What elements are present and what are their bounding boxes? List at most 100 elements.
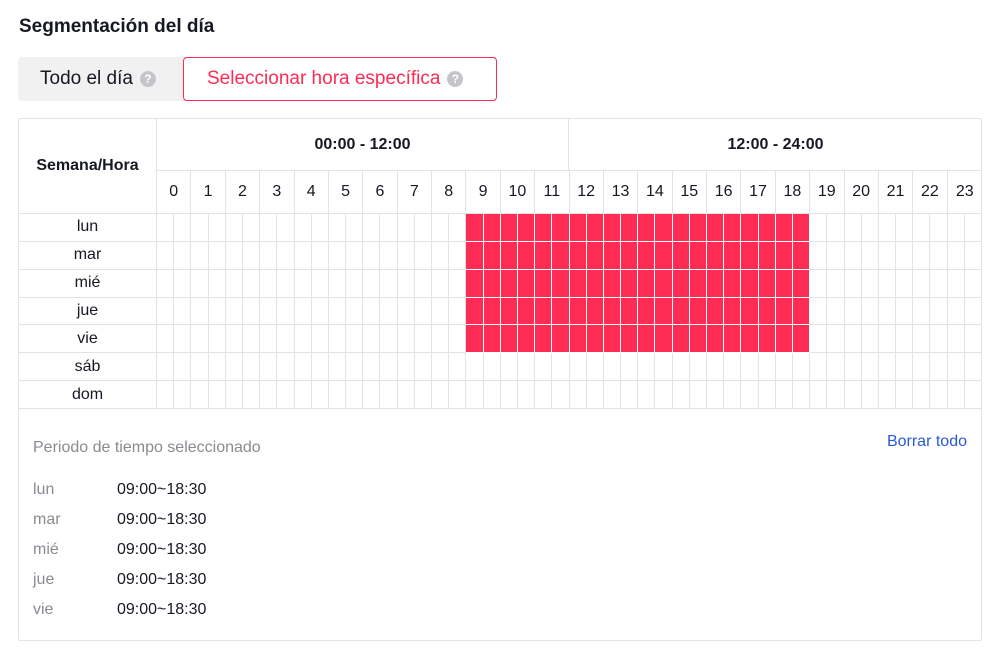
time-slot[interactable] [758,353,776,382]
time-slot[interactable] [810,241,828,270]
time-slot[interactable] [432,241,450,270]
time-slot[interactable] [758,381,776,409]
time-slot[interactable] [724,353,742,382]
time-slot[interactable] [535,353,553,382]
time-slot[interactable] [603,325,622,354]
time-slot[interactable] [896,269,914,298]
time-slot[interactable] [672,381,690,409]
time-slot[interactable] [947,297,965,326]
time-slot[interactable] [277,297,295,326]
time-slot[interactable] [191,241,209,270]
time-slot[interactable] [878,297,897,326]
time-slot[interactable] [896,214,914,242]
time-slot[interactable] [517,241,536,270]
time-slot[interactable] [775,381,793,409]
time-slot[interactable] [157,269,175,298]
time-slot[interactable] [397,269,415,298]
time-slot[interactable] [689,214,707,242]
time-slot[interactable] [328,214,347,242]
time-slot[interactable] [913,214,931,242]
clear-all-link[interactable]: Borrar todo [887,433,967,451]
time-slot[interactable] [569,241,587,270]
time-slot[interactable] [930,269,948,298]
time-slot[interactable] [947,269,965,298]
time-slot[interactable] [896,381,914,409]
time-slot[interactable] [517,214,536,242]
time-slot[interactable] [157,353,175,382]
time-slot[interactable] [741,325,759,354]
time-slot[interactable] [346,381,364,409]
time-slot[interactable] [792,241,811,270]
time-slot[interactable] [328,353,347,382]
time-slot[interactable] [363,353,381,382]
time-slot[interactable] [517,325,536,354]
time-slot[interactable] [260,214,278,242]
time-slot[interactable] [483,381,501,409]
time-slot[interactable] [328,381,347,409]
time-slot[interactable] [638,297,656,326]
time-slot[interactable] [913,325,931,354]
time-slot[interactable] [621,241,639,270]
time-slot[interactable] [191,381,209,409]
time-slot[interactable] [913,269,931,298]
time-slot[interactable] [225,353,243,382]
time-slot[interactable] [346,214,364,242]
time-slot[interactable] [157,241,175,270]
time-slot[interactable] [930,381,948,409]
time-slot[interactable] [638,381,656,409]
time-slot[interactable] [603,214,622,242]
time-slot[interactable] [552,241,570,270]
time-slot[interactable] [208,241,226,270]
time-slot[interactable] [655,381,673,409]
time-slot[interactable] [947,381,965,409]
time-slot[interactable] [225,241,243,270]
time-slot[interactable] [363,214,381,242]
time-slot[interactable] [449,325,467,354]
time-slot[interactable] [844,297,862,326]
time-slot[interactable] [483,353,501,382]
time-slot[interactable] [260,353,278,382]
time-slot[interactable] [225,297,243,326]
time-slot[interactable] [500,241,518,270]
time-slot[interactable] [672,297,690,326]
time-slot[interactable] [208,353,226,382]
time-slot[interactable] [466,241,484,270]
time-slot[interactable] [621,269,639,298]
time-slot[interactable] [878,325,897,354]
time-slot[interactable] [724,214,742,242]
time-slot[interactable] [242,214,261,242]
time-slot[interactable] [792,325,811,354]
time-slot[interactable] [432,353,450,382]
time-slot[interactable] [346,269,364,298]
time-slot[interactable] [810,297,828,326]
time-slot[interactable] [449,214,467,242]
time-slot[interactable] [930,325,948,354]
time-slot[interactable] [861,353,879,382]
time-slot[interactable] [947,325,965,354]
time-slot[interactable] [758,325,776,354]
time-slot[interactable] [363,325,381,354]
time-slot[interactable] [569,297,587,326]
time-slot[interactable] [878,353,897,382]
time-slot[interactable] [346,353,364,382]
time-slot[interactable] [655,353,673,382]
time-slot[interactable] [810,381,828,409]
time-slot[interactable] [947,241,965,270]
time-slot[interactable] [621,214,639,242]
time-slot[interactable] [775,353,793,382]
time-slot[interactable] [672,269,690,298]
time-slot[interactable] [346,241,364,270]
time-slot[interactable] [707,325,725,354]
time-slot[interactable] [483,214,501,242]
time-slot[interactable] [861,297,879,326]
time-slot[interactable] [294,269,312,298]
time-slot[interactable] [586,241,604,270]
time-slot[interactable] [432,214,450,242]
time-slot[interactable] [964,297,982,326]
time-slot[interactable] [328,241,347,270]
time-slot[interactable] [397,353,415,382]
time-slot[interactable] [225,214,243,242]
time-slot[interactable] [827,381,845,409]
time-slot[interactable] [896,353,914,382]
time-slot[interactable] [707,269,725,298]
